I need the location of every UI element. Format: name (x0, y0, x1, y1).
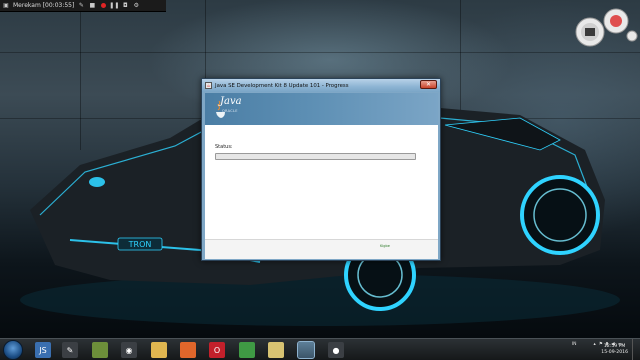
java-logo-text: Java (220, 96, 242, 107)
tray-expand-icon[interactable]: ▴ (593, 342, 595, 347)
taskbar-clock[interactable]: 12:59 PM 15-09-2016 (601, 344, 628, 356)
recorder-app-icon: ▣ (3, 2, 9, 9)
start-button[interactable] (3, 340, 23, 360)
show-desktop-button[interactable] (632, 339, 640, 360)
desktop-gadget-widget[interactable] (572, 6, 638, 48)
camera-icon[interactable]: ◘ (121, 2, 129, 10)
window-title: Java SE Development Kit 8 Update 101 - P… (215, 82, 349, 89)
java-installer-progress-window: ☕ Java SE Development Kit 8 Update 101 -… (201, 78, 441, 261)
minecraft-icon[interactable] (92, 342, 108, 358)
install-progress-bar (215, 153, 416, 160)
folder-icon[interactable] (151, 342, 167, 358)
clock-date: 15-09-2016 (601, 350, 628, 355)
status-label: Status: (215, 144, 233, 150)
installer-icon[interactable] (297, 341, 315, 359)
record-button[interactable] (99, 2, 107, 10)
java-app-icon: ☕ (205, 82, 212, 89)
footer-logo: Kigbe (380, 244, 390, 248)
close-button[interactable]: ✕ (420, 80, 437, 89)
firefox-icon[interactable] (180, 342, 196, 358)
record-dot-icon (100, 3, 106, 8)
car-plate-text: TRON (128, 240, 152, 249)
window-client-area: Java ORACLE Status: Kigbe (205, 93, 438, 259)
pen-icon[interactable]: ✎ (77, 2, 85, 10)
chrome-icon[interactable] (239, 342, 255, 358)
recorder-label: Merekam [00:03:55] (13, 2, 75, 9)
media-icon[interactable]: ◉ (121, 342, 137, 358)
opera-icon[interactable]: O (209, 342, 225, 358)
recorder-icon[interactable]: ● (328, 342, 344, 358)
screen-recorder-bar: ▣ Merekam [00:03:55] ✎ ■ ❚❚ ◘ ⚙ (0, 0, 166, 12)
pen-app-icon[interactable]: ✎ (62, 342, 78, 358)
oracle-logo-text: ORACLE (222, 109, 238, 113)
language-indicator[interactable]: IN (572, 342, 577, 347)
explorer-icon[interactable] (268, 342, 284, 358)
window-footer: Kigbe (205, 240, 438, 259)
js-app-icon[interactable]: JS (35, 342, 51, 358)
stop-icon[interactable]: ■ (88, 2, 96, 10)
window-titlebar[interactable]: ☕ Java SE Development Kit 8 Update 101 -… (202, 79, 440, 92)
pause-icon[interactable]: ❚❚ (109, 2, 119, 10)
java-banner: Java ORACLE (205, 93, 438, 125)
taskbar: JS ✎ ◉ O ● IN ▴ ⚑ ▮ ◀ ▭ 12:59 PM 15-09-2016 (0, 338, 640, 360)
settings-icon[interactable]: ⚙ (132, 2, 140, 10)
